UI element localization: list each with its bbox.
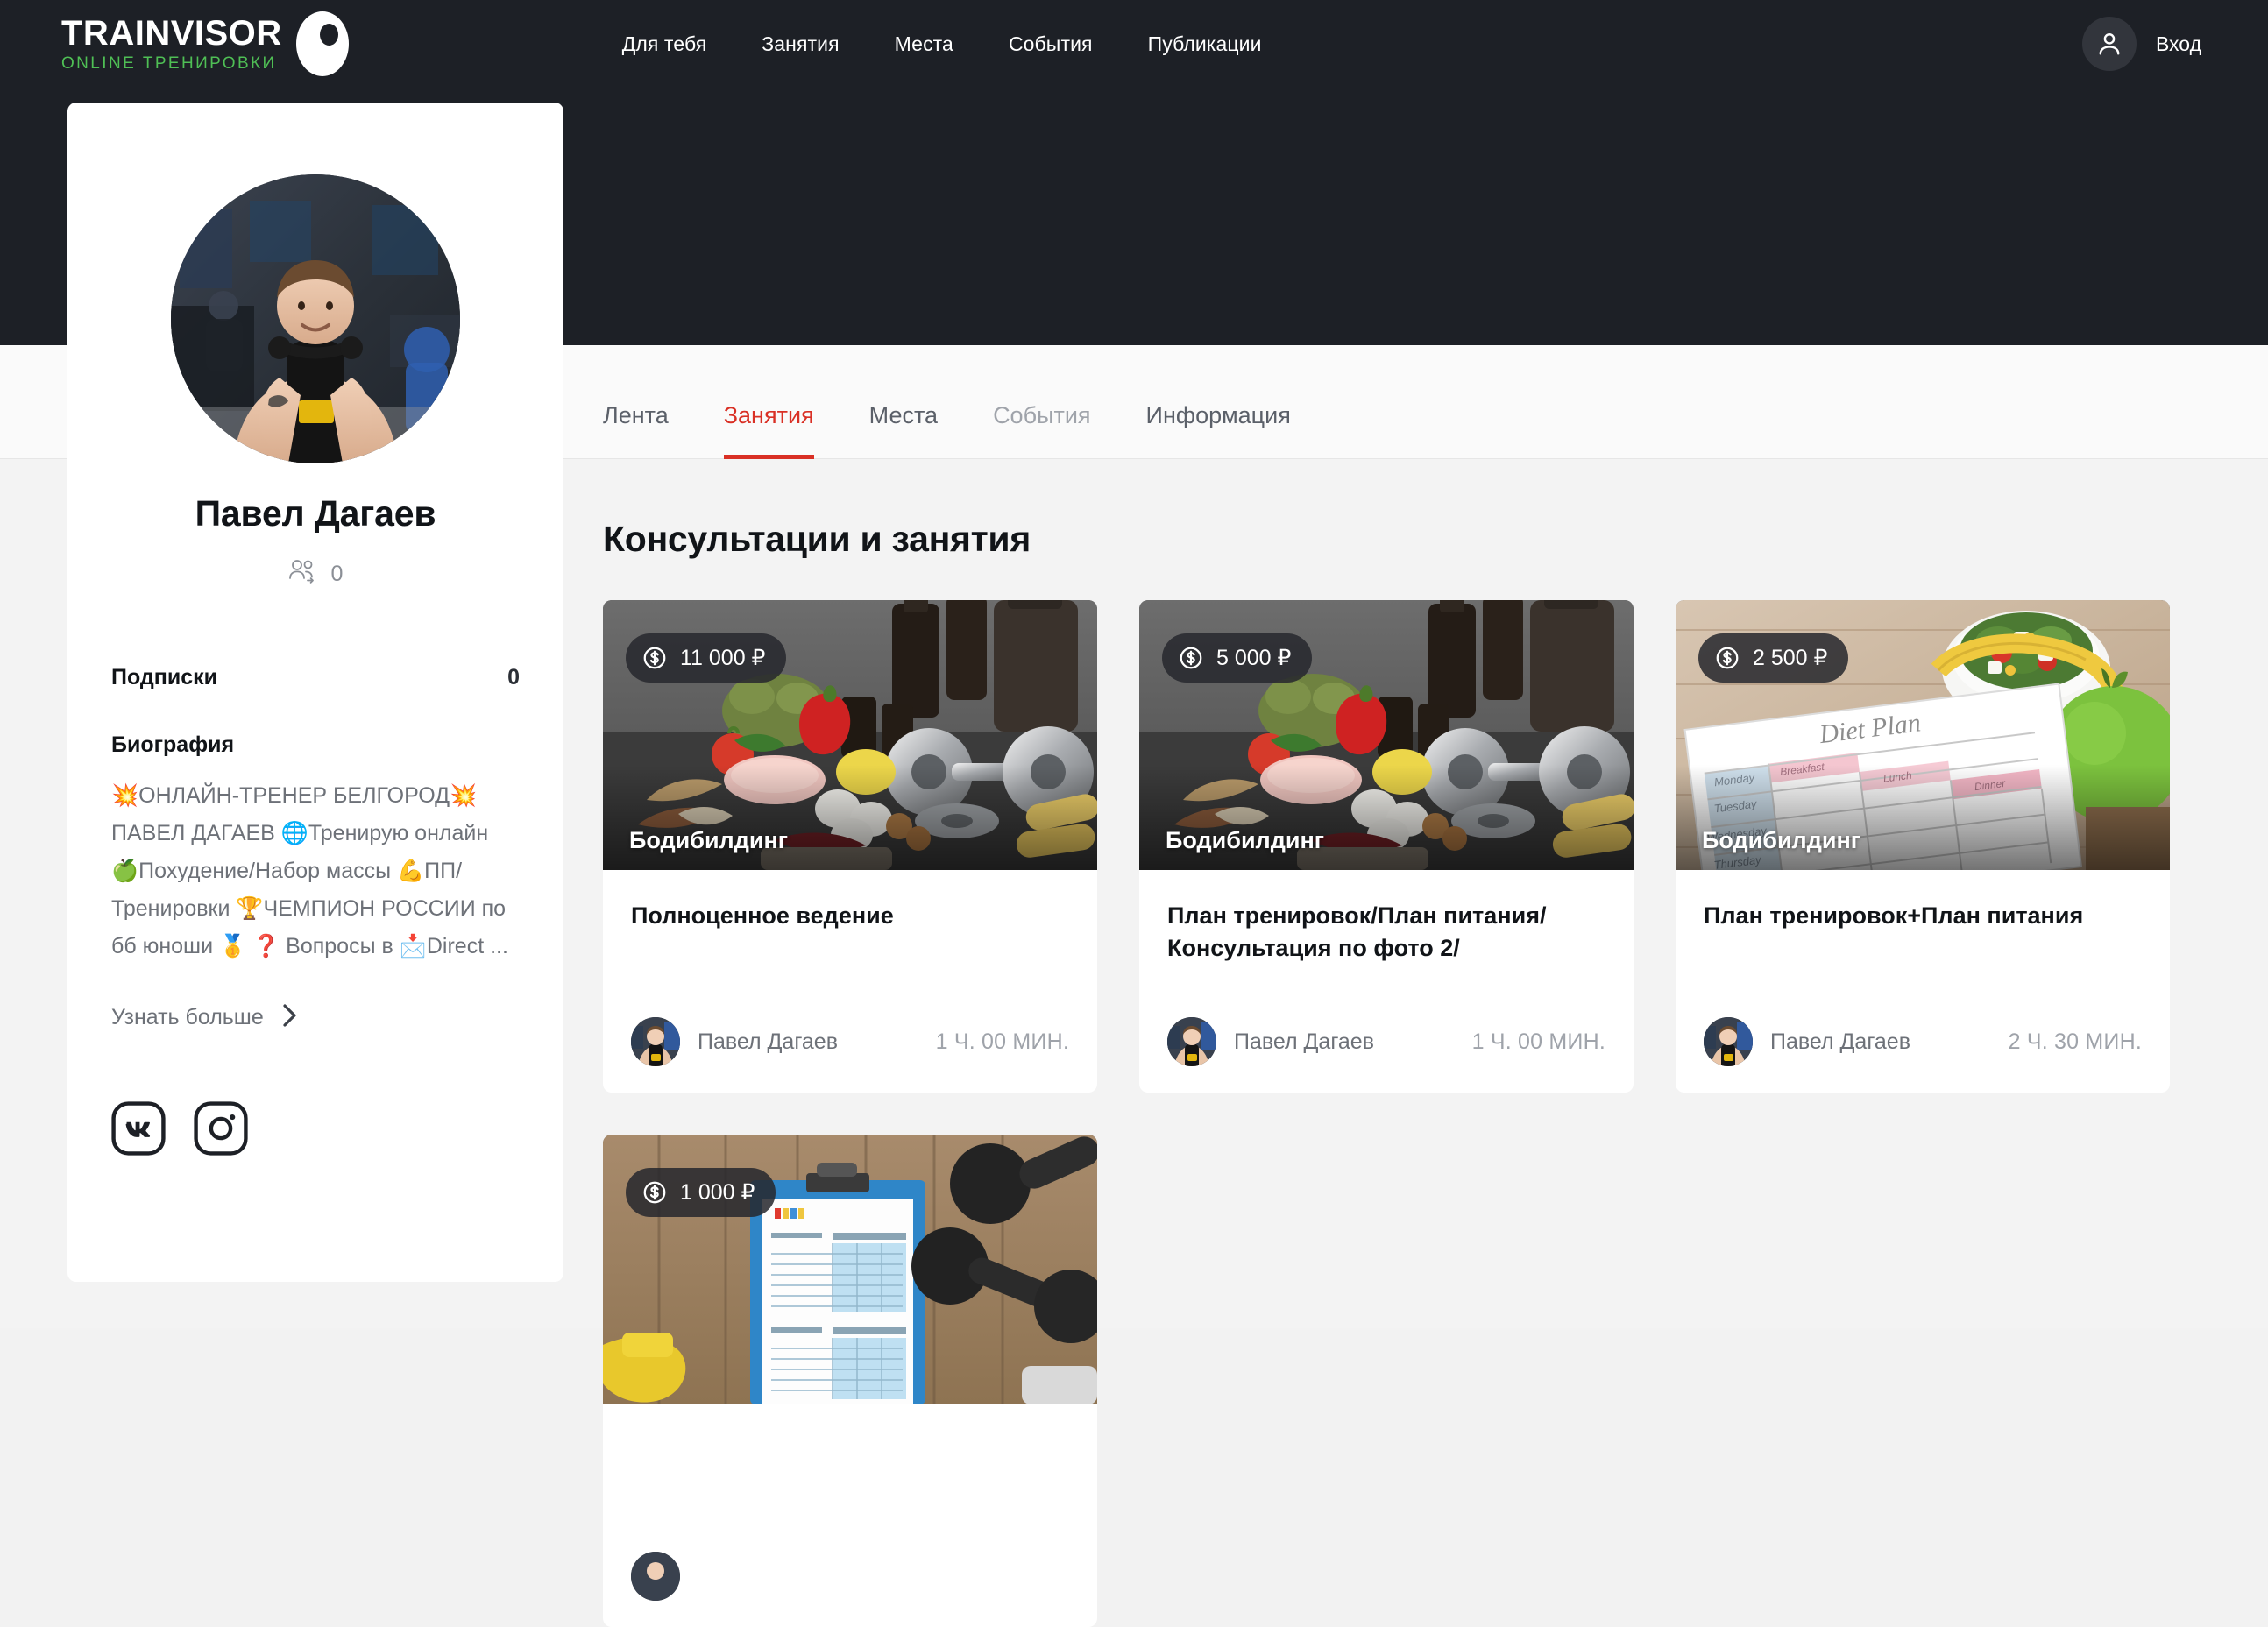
subscriptions-label: Подписки xyxy=(111,665,218,690)
profile-avatar xyxy=(171,174,460,463)
tab-events[interactable]: События xyxy=(993,402,1090,459)
top-navigation-bar: TRAINVISOR ONLINE ТРЕНИРОВКИ Для тебя За… xyxy=(0,0,2268,88)
class-category: Бодибилдинг xyxy=(1702,827,1860,853)
class-card-body: План тренировок/План питания/Консультаци… xyxy=(1139,870,1634,1093)
class-card-image: Diet Plan Monday Tuesday Wednesday Thurs… xyxy=(1676,600,2170,870)
logo-wordmark: TRAINVISOR xyxy=(61,14,282,53)
class-card[interactable]: Diet Plan Monday Tuesday Wednesday Thurs… xyxy=(1676,600,2170,1093)
subscriptions-value: 0 xyxy=(507,665,520,690)
vk-icon[interactable] xyxy=(111,1101,166,1156)
tab-information[interactable]: Информация xyxy=(1146,402,1291,459)
class-title: План тренировок/План питания/Консультаци… xyxy=(1167,902,1547,962)
class-card-footer: Павел Дагаев 2 Ч. 30 МИН. xyxy=(1704,1017,2142,1066)
profile-name: Павел Дагаев xyxy=(195,493,436,534)
class-card-image: 11 000 ₽ Бодибилдинг xyxy=(603,600,1097,870)
tab-classes[interactable]: Занятия xyxy=(723,402,814,459)
nav-item-for-you[interactable]: Для тебя xyxy=(622,32,707,56)
person-icon xyxy=(2081,17,2137,71)
author-name: Павел Дагаев xyxy=(1770,1029,1910,1054)
price-value: 1 000 ₽ xyxy=(680,1180,755,1205)
price-badge: 11 000 ₽ xyxy=(626,633,787,683)
dollar-circle-icon xyxy=(641,1179,668,1206)
price-value: 5 000 ₽ xyxy=(1216,646,1292,670)
class-card-footer: Павел Дагаев 1 Ч. 00 МИН. xyxy=(1167,1017,1605,1066)
class-duration: 1 Ч. 00 МИН. xyxy=(1471,1029,1605,1054)
eye-icon xyxy=(295,11,349,76)
class-card-footer: Павел Дагаев 1 Ч. 00 МИН. xyxy=(631,1017,1069,1066)
biography-text: 💥ОНЛАЙН-ТРЕНЕР БЕЛГОРОД💥 ПАВЕЛ ДАГАЕВ 🌐Т… xyxy=(111,783,508,959)
logo-tagline: ONLINE ТРЕНИРОВКИ xyxy=(61,54,277,73)
class-title: План тренировок+План питания xyxy=(1704,902,2084,929)
nav-item-events[interactable]: События xyxy=(1009,32,1093,56)
login-button[interactable]: Вход xyxy=(2081,17,2201,71)
class-card-body: План тренировок+План питания Павел Дагае… xyxy=(1676,870,2170,1093)
profile-tabs: Лента Занятия Места События Информация xyxy=(603,345,1291,459)
instagram-icon[interactable] xyxy=(194,1101,248,1156)
class-card[interactable]: 11 000 ₽ Бодибилдинг Полноценное ведение xyxy=(603,600,1097,1093)
followers-count: 0 xyxy=(330,562,344,586)
image-gradient-overlay xyxy=(1676,765,2170,870)
class-duration: 1 Ч. 00 МИН. xyxy=(935,1029,1069,1054)
learn-more-label: Узнать больше xyxy=(111,1005,264,1029)
followers-row[interactable]: 0 xyxy=(67,559,563,590)
learn-more-button[interactable]: Узнать больше xyxy=(111,1002,520,1033)
class-card[interactable]: 5 000 ₽ Бодибилдинг План тренировок/План… xyxy=(1139,600,1634,1093)
class-duration: 2 Ч. 30 МИН. xyxy=(2008,1029,2142,1054)
main-content: Консультации и занятия 11 000 ₽ Бодибилд… xyxy=(603,459,2172,1627)
author-avatar xyxy=(1704,1017,1753,1066)
author-name: Павел Дагаев xyxy=(1234,1029,1374,1054)
price-badge: 5 000 ₽ xyxy=(1162,633,1313,683)
dollar-circle-icon xyxy=(1714,645,1740,671)
dollar-circle-icon xyxy=(641,645,668,671)
chevron-right-icon xyxy=(281,1002,299,1033)
class-title: Полноценное ведение xyxy=(631,902,894,929)
nav-item-classes[interactable]: Занятия xyxy=(762,32,839,56)
price-badge: 2 500 ₽ xyxy=(1698,633,1849,683)
author-avatar xyxy=(631,1552,680,1601)
biography-label: Биография xyxy=(111,732,235,757)
page-title: Консультации и занятия xyxy=(603,519,1031,559)
tab-places[interactable]: Места xyxy=(869,402,938,459)
profile-sidebar-card: Павел Дагаев 0 Подписки 0 Биография 💥ОНЛ… xyxy=(67,103,563,1282)
image-gradient-overlay xyxy=(1139,765,1634,870)
nav-item-publications[interactable]: Публикации xyxy=(1148,32,1262,56)
site-logo[interactable]: TRAINVISOR ONLINE ТРЕНИРОВКИ xyxy=(61,11,349,76)
dollar-circle-icon xyxy=(1178,645,1204,671)
author-name: Павел Дагаев xyxy=(698,1029,838,1054)
nav-item-places[interactable]: Места xyxy=(895,32,953,56)
main-nav: Для тебя Занятия Места События Публикаци… xyxy=(622,32,1262,56)
subscriptions-row[interactable]: Подписки 0 xyxy=(111,665,520,690)
class-category: Бодибилдинг xyxy=(1166,827,1324,853)
followers-icon xyxy=(288,559,318,590)
class-card-body: Полноценное ведение Павел Дагаев 1 Ч. 00… xyxy=(603,870,1097,1093)
social-links xyxy=(111,1101,520,1156)
image-gradient-overlay xyxy=(603,765,1097,870)
author-avatar xyxy=(1167,1017,1216,1066)
class-card-body xyxy=(603,1404,1097,1627)
class-card[interactable]: 1 000 ₽ xyxy=(603,1135,1097,1627)
class-card-image: 5 000 ₽ Бодибилдинг xyxy=(1139,600,1634,870)
class-card-image: 1 000 ₽ xyxy=(603,1135,1097,1404)
login-label: Вход xyxy=(2155,32,2201,55)
tab-feed[interactable]: Лента xyxy=(603,402,669,459)
author-avatar xyxy=(631,1017,680,1066)
class-card-footer xyxy=(631,1552,1069,1601)
class-category: Бодибилдинг xyxy=(629,827,788,853)
price-value: 11 000 ₽ xyxy=(680,646,766,670)
price-value: 2 500 ₽ xyxy=(1753,646,1828,670)
price-badge: 1 000 ₽ xyxy=(626,1168,776,1217)
classes-grid: 11 000 ₽ Бодибилдинг Полноценное ведение xyxy=(603,600,2172,1627)
